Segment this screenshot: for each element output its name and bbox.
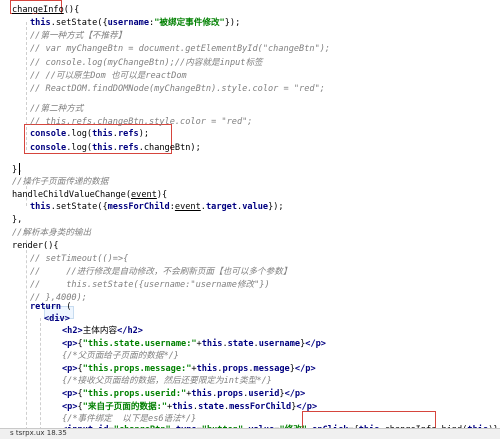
code-token: this: [92, 129, 113, 139]
code-token: <p>: [62, 389, 78, 399]
code-token: // console.log(myChangeBtn);//内容就是input标…: [30, 58, 263, 68]
code-token: {/*父页面给子页面的数据*/}: [62, 351, 179, 361]
code-token: 主体内容: [82, 326, 118, 336]
code-token: <h2>: [62, 326, 83, 336]
code-token: // //进行修改是自动修改，不会刷新页面【也可以多个参数】: [30, 267, 292, 277]
code-token: state: [198, 402, 224, 412]
code-token: .setState({: [50, 18, 108, 28]
code-token: target: [205, 202, 238, 212]
code-token: userid: [248, 389, 280, 399]
code-token: event: [174, 202, 201, 212]
code-token: {/*接收父页面给的数据，然后还要限定为int类型*/}: [62, 376, 272, 386]
code-token: </h2>: [117, 326, 143, 336]
code-token: this: [30, 18, 51, 28]
code-token: refs: [117, 143, 139, 153]
code-token: //解析本身类的输出: [12, 228, 92, 238]
code-token: // setTimeout(()=>{: [30, 254, 129, 264]
code-token: },: [12, 215, 23, 225]
code-token: state: [227, 339, 254, 349]
code-token: // var myChangeBtn = document.getElement…: [30, 44, 331, 54]
code-line: console.log(this.refs.changeBtn);: [30, 140, 201, 156]
code-token: this: [30, 202, 51, 212]
code-token: // ReactDOM.findDOMNode(myChangeBtn).sty…: [30, 84, 325, 94]
code-token: .log(: [66, 143, 93, 153]
code-token: //第一种方式【不推荐】: [30, 31, 127, 41]
code-token: </p>: [294, 364, 316, 374]
code-line: // ReactDOM.findDOMNode(myChangeBtn).sty…: [30, 81, 325, 97]
code-token: });: [268, 202, 284, 212]
code-line: this.setState({messForChild:event.target…: [30, 199, 284, 215]
code-token: </p>: [305, 339, 326, 349]
code-token: .setState({: [50, 202, 108, 212]
code-token: // //可以原生Dom 也可以是reactDom: [30, 71, 187, 81]
indent-guide: [26, 240, 27, 430]
code-token: messForChild: [107, 202, 170, 212]
code-token: );: [138, 129, 150, 139]
status-bar: s tsrpx.ux 18.35: [0, 428, 500, 439]
code-token: "被绑定事件修改": [154, 18, 225, 28]
code-editor[interactable]: changeInfo(){this.setState({username:"被绑…: [0, 0, 500, 439]
indent-guide: [40, 318, 41, 430]
code-token: changeInfo: [12, 5, 64, 15]
text-cursor: [19, 163, 20, 175]
code-token: this: [92, 143, 113, 153]
code-token: // this.setState({username:"username修改"}…: [30, 280, 270, 290]
code-token: username: [258, 339, 301, 349]
status-text: s tsrpx.ux 18.35: [10, 429, 67, 437]
code-token: console: [30, 143, 67, 153]
code-token: "this.props.userid:": [82, 389, 187, 399]
code-token: this: [191, 389, 213, 399]
code-token: .changeBtn);: [138, 143, 201, 153]
code-token: username: [107, 18, 150, 28]
code-token: value: [242, 202, 269, 212]
code-token: messForChild: [229, 402, 292, 412]
code-token: </p>: [296, 402, 318, 412]
code-token: </p>: [284, 389, 306, 399]
code-token: render(){: [12, 241, 59, 251]
code-token: this: [201, 339, 223, 349]
code-token: });: [224, 18, 241, 28]
code-token: //操作子页面传递的数据: [12, 177, 109, 187]
code-token: //第二种方式: [30, 104, 84, 114]
code-token: (){: [63, 5, 80, 15]
code-token: .log(: [66, 129, 93, 139]
code-token: props: [217, 389, 244, 399]
code-token: console: [30, 129, 67, 139]
indent-guide: [26, 22, 27, 150]
code-token: refs: [117, 129, 139, 139]
